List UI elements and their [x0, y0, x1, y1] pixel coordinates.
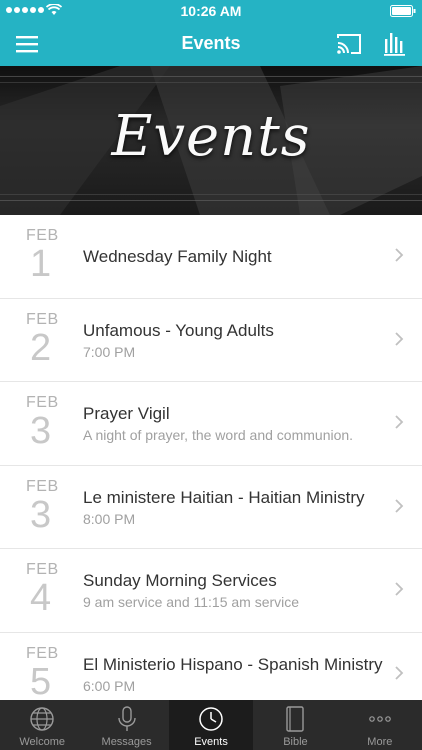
event-subtitle: A night of prayer, the word and communio…	[83, 427, 354, 443]
event-day: 4	[30, 577, 52, 619]
event-row[interactable]: FEB 3 Le ministere Haitian - Haitian Min…	[0, 465, 422, 549]
chevron-right-icon	[395, 415, 404, 429]
tab-events[interactable]: Events	[168, 700, 254, 750]
event-subtitle: 9 am service and 11:15 am service	[83, 594, 300, 610]
events-banner: Events	[0, 66, 422, 215]
tab-label: More	[367, 736, 393, 748]
tab-label: Events	[194, 736, 228, 748]
event-row[interactable]: FEB 2 Unfamous - Young Adults 7:00 PM	[0, 298, 422, 382]
tab-more[interactable]: More	[338, 700, 422, 750]
clock-icon	[199, 707, 223, 731]
chevron-right-icon	[395, 248, 404, 262]
event-title: Prayer Vigil	[83, 404, 170, 423]
event-day: 3	[30, 410, 52, 452]
event-subtitle: 8:00 PM	[83, 510, 136, 527]
event-row[interactable]: FEB 5 El Ministerio Hispano - Spanish Mi…	[0, 632, 422, 701]
status-bar: 10:26 AM	[0, 0, 422, 22]
tab-messages[interactable]: Messages	[84, 700, 168, 750]
cast-icon[interactable]	[336, 32, 362, 56]
chevron-right-icon	[395, 498, 404, 513]
events-list: FEB 1 Wednesday Family Night FEB 2 Unfam…	[0, 215, 422, 700]
event-day: 3	[30, 493, 52, 536]
event-subtitle: 7:00 PM	[83, 343, 136, 360]
chevron-right-icon	[395, 665, 404, 680]
event-title: Le ministere Haitian - Haitian Ministry	[83, 487, 365, 507]
event-row[interactable]: FEB 1 Wednesday Family Night	[0, 215, 422, 299]
tab-bar: Welcome Messages Events Bible More	[0, 700, 422, 750]
battery-icon	[390, 5, 416, 17]
tab-label: Messages	[101, 736, 152, 748]
event-subtitle: 6:00 PM	[83, 677, 136, 694]
tab-label: Welcome	[19, 736, 66, 748]
status-time: 10:26 AM	[180, 3, 242, 19]
event-title: Unfamous - Young Adults	[83, 320, 274, 340]
event-title: El Ministerio Hispano - Spanish Ministry	[83, 654, 383, 674]
microphone-icon	[117, 706, 136, 731]
tab-welcome[interactable]: Welcome	[0, 700, 84, 750]
event-title: Sunday Morning Services	[83, 571, 277, 590]
banner-title: Events	[111, 104, 311, 169]
nav-bar: Events	[0, 22, 422, 66]
chevron-right-icon	[395, 331, 404, 346]
event-day: 2	[30, 326, 52, 369]
more-dots-icon	[369, 716, 391, 722]
event-row[interactable]: FEB 3 Prayer Vigil A night of prayer, th…	[0, 382, 422, 466]
tab-label: Bible	[283, 736, 308, 748]
event-day: 5	[30, 660, 52, 701]
event-row[interactable]: FEB 4 Sunday Morning Services 9 am servi…	[0, 549, 422, 633]
event-day: 1	[30, 243, 52, 285]
tab-bible[interactable]: Bible	[253, 700, 337, 750]
event-title: Wednesday Family Night	[83, 247, 272, 266]
chevron-right-icon	[395, 582, 404, 596]
globe-icon	[30, 707, 54, 731]
book-icon	[286, 706, 305, 732]
stats-bars-icon[interactable]	[384, 31, 406, 57]
